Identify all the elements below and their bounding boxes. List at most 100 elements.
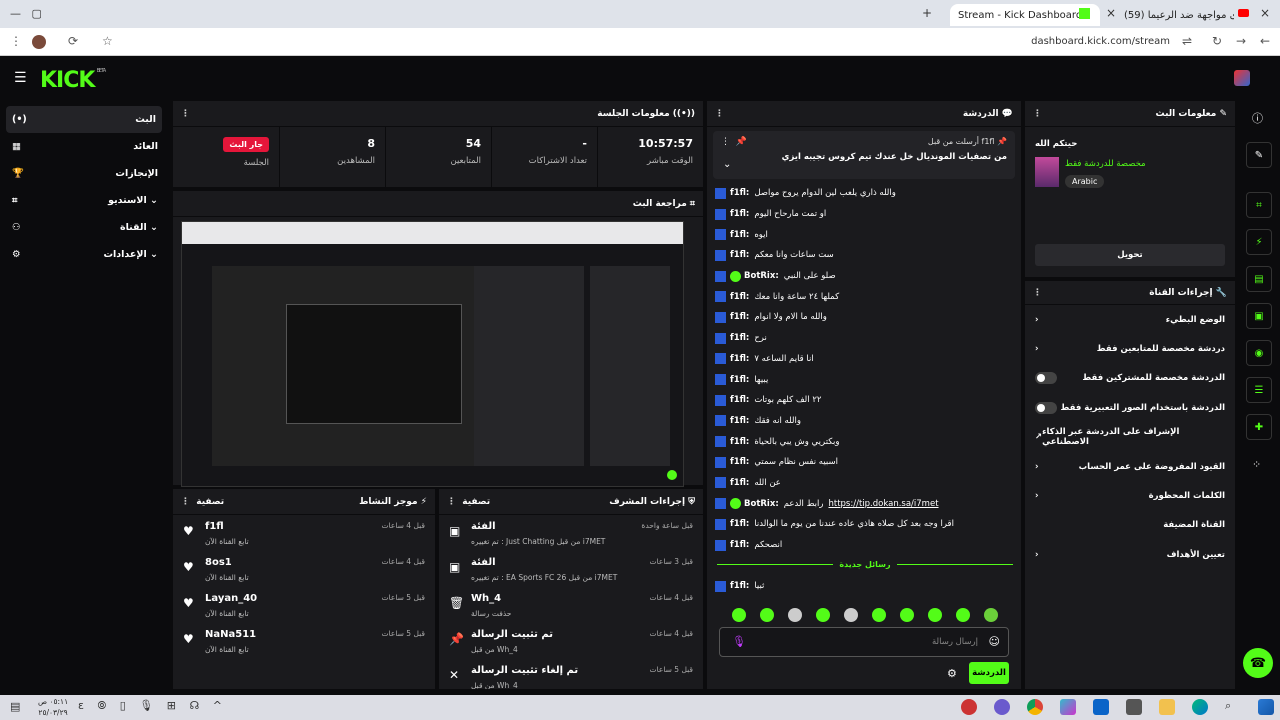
pin-action-icon[interactable]: ⋮ 📌 [721, 137, 747, 147]
sidebar-item-revenue[interactable]: ▦ العائد [0, 133, 170, 160]
support-link[interactable]: https://tip.dokan.sa/i7met [828, 499, 938, 509]
sidebar-item-stream[interactable]: (•) البث [6, 106, 162, 133]
lightning-rail-button[interactable]: ⚡ [1246, 229, 1272, 255]
close-tab-icon-2[interactable]: × [1260, 6, 1270, 20]
action-set-goals[interactable]: › تعيين الأهداف [1025, 540, 1235, 569]
chrome-icon[interactable] [1027, 699, 1043, 715]
wrench-rail-button[interactable]: ✚ [1246, 414, 1272, 440]
bookmark-star-icon[interactable]: ☆ [102, 34, 113, 48]
chat-message: f1fl: ايوه [707, 224, 1021, 245]
preview-icon: ⌗ [689, 198, 695, 209]
action-banned-words[interactable]: › الكلمات المحظورة [1025, 481, 1235, 510]
emote-icon[interactable] [928, 608, 942, 622]
chat-input[interactable]: 🎙 إرسال رسالة ☺ [719, 627, 1009, 657]
emote-icon[interactable] [984, 608, 998, 622]
edit-rail-button[interactable]: ✎ [1246, 142, 1272, 168]
tray-icons[interactable]: ɛ ⦾ ▯ 🎙 ⊞ ☊ ^ [78, 699, 227, 713]
mod-action-row: 🗑 Wh_4 حذفت رسالة قبل 4 ساعات [449, 593, 693, 618]
panel-menu-icon[interactable]: ⋮ [1033, 288, 1042, 298]
microphone-icon[interactable]: 🎙 [732, 635, 746, 648]
session-info-panel: ⋮ معلومات الجلسة ((•)) جار البث الجلسة 8… [172, 100, 704, 188]
sidebar-item-studio[interactable]: ⌗ الاستديو ⌄ [0, 187, 170, 214]
file-explorer-icon[interactable] [1159, 699, 1175, 715]
filter-button[interactable]: تصفية [462, 497, 490, 507]
emote-icon[interactable] [956, 608, 970, 622]
chevron-down-icon[interactable]: ⌄ [723, 159, 731, 170]
action-host-channel[interactable]: القناة المضيفة [1025, 511, 1235, 540]
panel-menu-icon[interactable]: ⋮ [181, 497, 190, 507]
action-followers-only[interactable]: › دردشة مخصصة للمتابعين فقط [1025, 334, 1235, 363]
extensions-icon[interactable]: ⟳ [68, 34, 78, 48]
chat-panel: ⋮ الدردشة 💬 أرسلت من قبل f1fl 📌 من تصفيا… [706, 100, 1022, 690]
info-icon[interactable]: ⓘ [1252, 110, 1263, 126]
action-account-age[interactable]: › القيود المفروضة على عمر الحساب [1025, 452, 1235, 481]
tab-kick-dashboard[interactable]: Stream - Kick Dashboard [950, 4, 1100, 26]
emoji-icon[interactable]: ☺ [989, 635, 1000, 648]
sidebar-item-settings[interactable]: ⚙ الإعدادات ⌄ [0, 241, 170, 268]
subscribers-only-toggle[interactable] [1035, 372, 1057, 385]
heart-icon: ♥ [183, 524, 194, 538]
chevron-right-icon: › [1035, 491, 1039, 502]
store-icon[interactable] [1126, 699, 1142, 715]
panel-menu-icon[interactable]: ⋮ [715, 109, 724, 119]
chat-message: f1fl: والله ذاري يلعب لين الدوام يروح موا… [707, 183, 1021, 204]
emote-icon[interactable] [816, 608, 830, 622]
stream-preview-video[interactable] [181, 221, 684, 487]
profile-avatar[interactable] [32, 35, 46, 49]
new-tab-icon[interactable]: + [922, 6, 932, 20]
url-text[interactable]: dashboard.kick.com/stream [1031, 36, 1170, 47]
emote-icon[interactable] [844, 608, 858, 622]
forward-icon[interactable]: → [1236, 34, 1246, 48]
menu-kebab-icon[interactable]: ⋮ [10, 34, 22, 48]
pinned-message[interactable]: أرسلت من قبل f1fl 📌 من تصفيات المونديال … [713, 131, 1015, 179]
emote-icon[interactable] [900, 608, 914, 622]
action-slow-mode[interactable]: › الوضع البطيء [1025, 305, 1235, 334]
panel-menu-icon[interactable]: ⋮ [181, 109, 190, 119]
clip-rail-button[interactable]: ⌗ [1246, 192, 1272, 218]
tab-youtube[interactable]: (59) أقوى مواجهة ضد الرعيما [1124, 4, 1234, 26]
chat-rail-button[interactable]: ▣ [1246, 303, 1272, 329]
emotes-only-toggle[interactable] [1035, 401, 1057, 414]
kick-logo[interactable]: KICK BETA [40, 68, 106, 93]
chat-settings-icon[interactable]: ⚙ [947, 667, 957, 680]
panel-menu-icon[interactable]: ⋮ [447, 497, 456, 507]
edit-icon: ✎ [1219, 108, 1227, 119]
copilot-icon[interactable] [1060, 699, 1076, 715]
broadcast-rail-button[interactable]: ◉ [1246, 340, 1272, 366]
emote-icon[interactable] [788, 608, 802, 622]
action-ai-moderation[interactable]: ↗ الإشراف على الدردشة عبر الذكاء الاصطناع… [1025, 423, 1235, 452]
stream-info-panel: ⋮ معلومات البث ✎ حيتكم الله مخصصة للدردش… [1024, 100, 1236, 278]
sidebar-item-channel[interactable]: ⚇ القناة ⌄ [0, 214, 170, 241]
user-avatar[interactable] [1234, 70, 1250, 86]
hamburger-menu-icon[interactable]: ☰ [14, 70, 27, 86]
reload-icon[interactable]: ↻ [1212, 34, 1222, 48]
notifications-icon[interactable]: ▤ [10, 700, 20, 713]
chat-send-button[interactable]: الدردشة [969, 662, 1009, 684]
app-icon[interactable] [994, 699, 1010, 715]
edit-stream-button[interactable]: تحويل [1035, 244, 1225, 266]
more-apps-icon[interactable]: ⁘ [1252, 458, 1261, 471]
lightning-icon: ⚡ [420, 496, 427, 507]
app-icon[interactable] [961, 699, 977, 715]
start-icon[interactable] [1258, 699, 1274, 715]
panel-menu-icon[interactable]: ⋮ [1033, 109, 1042, 119]
search-icon[interactable]: ⌕ [1225, 699, 1241, 715]
emote-icon[interactable] [760, 608, 774, 622]
emote-icon[interactable] [872, 608, 886, 622]
close-tab-icon[interactable]: × [1106, 6, 1116, 20]
activity-row: ♥ Layan_40 تابع القناة الآن قبل 5 ساعات [183, 593, 425, 618]
sidebar-item-achievements[interactable]: 🏆 الإنجازات [0, 160, 170, 187]
window-controls[interactable]: — ▢ [10, 7, 42, 20]
channel-icon: ⚇ [12, 222, 21, 233]
site-settings-icon[interactable]: ⇌ [1182, 34, 1192, 48]
outlook-icon[interactable] [1093, 699, 1109, 715]
support-chat-icon[interactable]: ☎ [1243, 648, 1273, 678]
filter-button[interactable]: تصفية [196, 497, 224, 507]
layout-rail-button[interactable]: ☰ [1246, 377, 1272, 403]
edge-icon[interactable] [1192, 699, 1208, 715]
emote-icon[interactable] [732, 608, 746, 622]
chevron-down-icon: ⌄ [150, 222, 158, 233]
document-rail-button[interactable]: ▤ [1246, 266, 1272, 292]
chat-message: BotRix: رابط الدعم https://tip.dokan.sa/i7… [707, 493, 1021, 514]
back-icon[interactable]: ← [1260, 34, 1270, 48]
